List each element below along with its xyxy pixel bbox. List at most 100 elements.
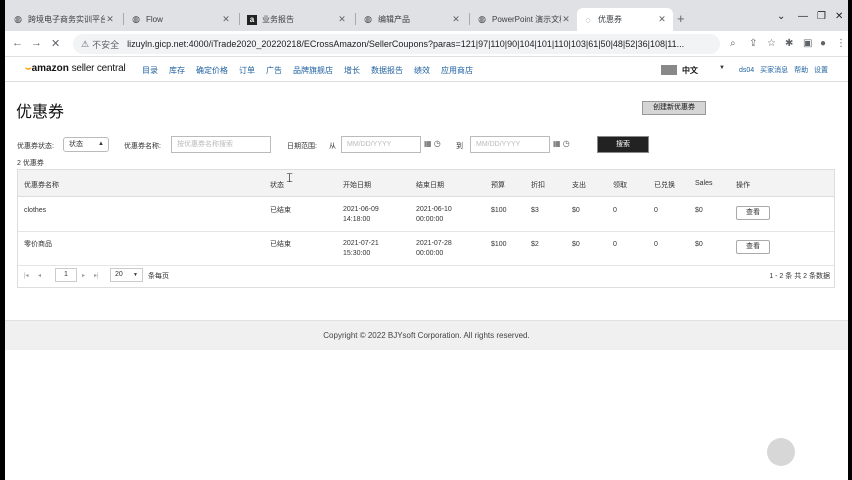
buyer-messages-link[interactable]: 买家消息: [760, 67, 788, 74]
column-header[interactable]: 结束日期: [416, 180, 444, 190]
end-date-input[interactable]: MM/DD/YYYY: [470, 136, 550, 153]
first-page-icon[interactable]: |◂: [24, 272, 29, 279]
calendar-icon[interactable]: ▦: [553, 139, 561, 148]
last-page-icon[interactable]: ▸|: [94, 272, 99, 279]
floating-action-bubble[interactable]: [767, 438, 795, 466]
view-button[interactable]: 查看: [736, 206, 770, 220]
view-button[interactable]: 查看: [736, 240, 770, 254]
column-header[interactable]: 领取: [613, 180, 627, 190]
sidebar-icon[interactable]: ▣: [803, 38, 812, 49]
forward-icon[interactable]: →: [31, 37, 42, 49]
close-icon[interactable]: ✕: [451, 14, 461, 25]
column-header[interactable]: 状态: [270, 180, 284, 190]
new-tab-icon[interactable]: +: [677, 12, 685, 25]
menu-item-performance[interactable]: 绩效: [414, 65, 430, 76]
address-bar[interactable]: ⚠ 不安全 lizuyln.gicp.net:4000/iTrade2020_2…: [73, 34, 720, 54]
table-row: 零价商品 已结束 2021-07-21 15:30:00 2021-07-28 …: [18, 232, 834, 266]
browser-tab-active[interactable]: ◌ 优惠券 ✕: [577, 8, 673, 31]
loading-icon: ◌: [585, 14, 591, 25]
per-page-select[interactable]: 20 ▼: [110, 268, 143, 282]
from-label: 从: [329, 143, 336, 150]
close-icon[interactable]: ✕: [561, 14, 571, 25]
user-name[interactable]: ds04: [739, 67, 754, 74]
chevron-down-icon[interactable]: ▼: [719, 65, 725, 71]
back-icon[interactable]: ←: [12, 37, 23, 49]
prev-page-icon[interactable]: ◂: [38, 272, 41, 279]
column-header[interactable]: 已兑换: [654, 180, 675, 190]
coupon-status: 已结束: [270, 207, 291, 214]
main-menu: 目录 库存 确定价格 订单 广告 品牌旗舰店 增长 数据报告 绩效 应用商店: [142, 65, 484, 76]
minimize-icon[interactable]: —: [798, 11, 808, 22]
coupon-table: 优惠券名称 状态 开始日期 结束日期 预算 折扣 支出 领取 已兑换 Sales…: [17, 169, 835, 288]
language-selector[interactable]: 中文: [682, 65, 698, 76]
current-page-input[interactable]: 1: [55, 268, 77, 282]
coupon-name-input[interactable]: 按优惠券名称搜索: [171, 136, 271, 153]
start-date-input[interactable]: MM/DD/YYYY: [341, 136, 421, 153]
column-header[interactable]: 折扣: [531, 180, 545, 190]
stop-icon[interactable]: ✕: [51, 37, 60, 50]
close-window-icon[interactable]: ✕: [835, 11, 843, 22]
coupon-name: 零价商品: [24, 241, 52, 248]
browser-tab[interactable]: ◍ 编辑产品 ✕: [357, 8, 467, 31]
coupon-name: clothes: [24, 207, 47, 214]
next-page-icon[interactable]: ▸: [82, 272, 85, 279]
zoom-icon[interactable]: ⌕: [730, 38, 736, 49]
start-date-icons: ▦ ◷: [424, 139, 441, 148]
menu-item-orders[interactable]: 订单: [239, 65, 255, 76]
tab-title: 编辑产品: [378, 15, 410, 24]
settings-link[interactable]: 设置: [814, 67, 828, 74]
restore-icon[interactable]: ❐: [817, 11, 826, 22]
url-text: lizuyln.gicp.net:4000/iTrade2020_2022021…: [127, 39, 685, 49]
seller-central-logo[interactable]: ⌣amazon seller central: [25, 63, 126, 74]
extensions-icon[interactable]: ✱: [785, 38, 793, 49]
close-icon[interactable]: ✕: [221, 14, 231, 25]
menu-item-catalog[interactable]: 目录: [142, 65, 158, 76]
column-header[interactable]: Sales: [695, 180, 713, 187]
end-time: 00:00:00: [416, 216, 444, 223]
column-header[interactable]: 开始日期: [343, 180, 371, 190]
menu-item-reports[interactable]: 数据报告: [371, 65, 403, 76]
end-date: 2021-06-10: [416, 206, 452, 213]
status-select[interactable]: 状态 ▲: [63, 137, 109, 152]
start-date: 2021-07-21: [343, 240, 379, 247]
amazon-icon: a: [247, 14, 257, 25]
close-icon[interactable]: ✕: [337, 14, 347, 25]
search-button[interactable]: 搜索: [597, 136, 649, 153]
help-link[interactable]: 帮助: [794, 67, 808, 74]
column-header[interactable]: 支出: [572, 180, 586, 190]
menu-item-inventory[interactable]: 库存: [169, 65, 185, 76]
spend: $0: [572, 207, 580, 214]
share-icon[interactable]: ⇪: [749, 38, 757, 49]
menu-item-growth[interactable]: 增长: [344, 65, 360, 76]
menu-item-appstore[interactable]: 应用商店: [441, 65, 473, 76]
logo-product: seller central: [71, 63, 126, 74]
menu-item-pricing[interactable]: 确定价格: [196, 65, 228, 76]
browser-tab[interactable]: a 业务报告 ✕: [241, 8, 353, 31]
browser-window: ◍ 跨境电子商务实训平台 ✕ ◍ Flow ✕ a 业务报告 ✕ ◍ 编辑产品 …: [5, 0, 848, 480]
close-icon[interactable]: ✕: [657, 14, 667, 25]
browser-tab[interactable]: ◍ Flow ✕: [125, 8, 237, 31]
end-date: 2021-07-28: [416, 240, 452, 247]
menu-icon[interactable]: ⋮: [836, 38, 846, 49]
close-icon[interactable]: ✕: [105, 14, 115, 25]
chevron-down-icon: ▼: [133, 272, 138, 278]
chevron-down-icon[interactable]: ⌄: [777, 11, 785, 22]
column-header[interactable]: 预算: [491, 180, 505, 190]
menu-item-advertising[interactable]: 广告: [266, 65, 282, 76]
star-icon[interactable]: ☆: [767, 38, 776, 49]
security-label: 不安全: [92, 39, 120, 50]
tab-title: 业务报告: [262, 15, 294, 24]
browser-tab[interactable]: ◍ 跨境电子商务实训平台 ✕: [7, 8, 121, 31]
profile-icon[interactable]: ●: [820, 38, 826, 49]
calendar-icon[interactable]: ▦: [424, 139, 432, 148]
clock-icon[interactable]: ◷: [563, 139, 570, 148]
start-time: 14:18:00: [343, 216, 371, 223]
browser-tab[interactable]: ◍ PowerPoint 演示文稿 ✕: [471, 8, 577, 31]
column-header[interactable]: 优惠券名称: [24, 180, 59, 190]
create-coupon-button[interactable]: 创建新优惠券: [642, 101, 706, 115]
seller-nav-bar: ⌣amazon seller central 目录 库存 确定价格 订单 广告 …: [5, 58, 848, 82]
clock-icon[interactable]: ◷: [434, 139, 441, 148]
tab-strip: ◍ 跨境电子商务实训平台 ✕ ◍ Flow ✕ a 业务报告 ✕ ◍ 编辑产品 …: [5, 0, 848, 31]
status-filter-label: 优惠券状态:: [17, 143, 54, 150]
menu-item-stores[interactable]: 品牌旗舰店: [293, 65, 333, 76]
